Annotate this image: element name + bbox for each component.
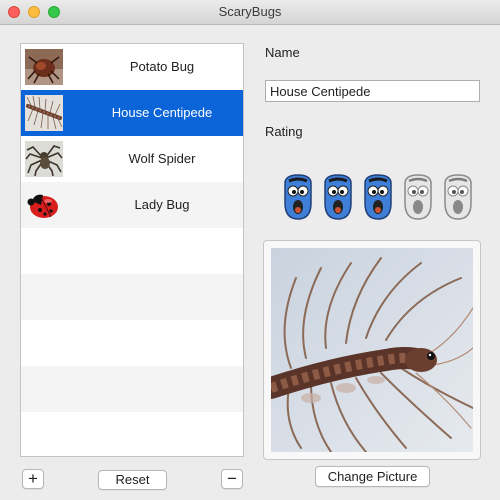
bug-row-house-centipede[interactable]: House Centipede (21, 90, 243, 136)
bug-row-label: Wolf Spider (128, 151, 196, 166)
add-bug-button[interactable]: + (22, 469, 44, 489)
scared-face-icon[interactable] (280, 173, 316, 221)
bug-row-lady-bug[interactable]: Lady Bug (21, 182, 243, 228)
potato-bug-thumb (25, 49, 63, 85)
name-label: Name (265, 45, 300, 60)
empty-row (21, 228, 243, 274)
reset-button[interactable]: Reset (98, 470, 167, 490)
change-picture-button[interactable]: Change Picture (315, 466, 430, 487)
name-field[interactable] (265, 80, 480, 102)
scared-face-icon[interactable] (360, 173, 396, 221)
wolf-spider-thumb (25, 141, 63, 177)
empty-row (21, 366, 243, 412)
bug-list[interactable]: Potato Bug House Centipede Wolf Spider L… (20, 43, 244, 457)
bug-row-label: Lady Bug (134, 197, 190, 212)
app-window: ScaryBugs Potato Bug House Centipede Wol… (0, 0, 500, 500)
bug-row-label: Potato Bug (129, 59, 195, 74)
title-bar: ScaryBugs (0, 0, 500, 25)
scared-face-empty-icon[interactable] (400, 173, 436, 221)
bug-photo (271, 248, 473, 452)
empty-row (21, 320, 243, 366)
scared-face-empty-icon[interactable] (440, 173, 476, 221)
bug-image-well[interactable] (263, 240, 481, 460)
centipede-thumb (25, 95, 63, 131)
rating-control[interactable] (280, 173, 480, 223)
bug-row-wolf-spider[interactable]: Wolf Spider (21, 136, 243, 182)
rating-label: Rating (265, 124, 303, 139)
remove-bug-button[interactable]: − (221, 469, 243, 489)
scared-face-icon[interactable] (320, 173, 356, 221)
lady-bug-thumb (25, 187, 63, 223)
bug-row-potato-bug[interactable]: Potato Bug (21, 44, 243, 90)
bug-row-label: House Centipede (111, 105, 213, 120)
window-title: ScaryBugs (218, 4, 282, 19)
empty-row (21, 274, 243, 320)
empty-row (21, 412, 243, 456)
